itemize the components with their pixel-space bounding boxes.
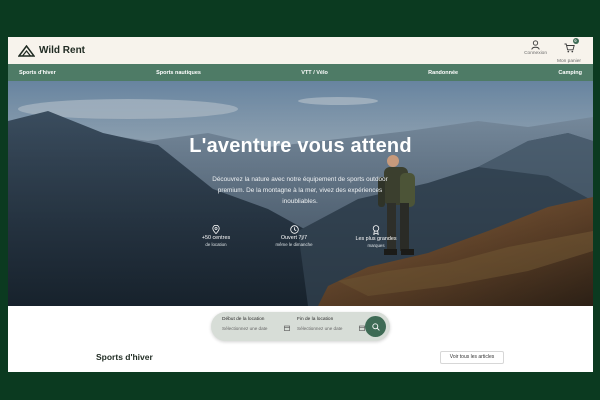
- section-title: Sports d'hiver: [96, 352, 153, 362]
- mountain-logo-icon: [18, 44, 35, 57]
- site-header: Wild Rent Connexion 0 Mon panier: [8, 37, 593, 64]
- hero-features: +50 centres de location Ouvert 7j/7 même…: [8, 225, 593, 255]
- nav-item-sports-nautiques[interactable]: Sports nautiques: [156, 70, 201, 76]
- feature-brands-label: Les plus grandes: [355, 236, 397, 242]
- nav-item-sports-hiver[interactable]: Sports d'hiver: [19, 70, 56, 76]
- page: Wild Rent Connexion 0 Mon panier Sports …: [8, 37, 593, 372]
- user-icon: [531, 40, 540, 50]
- end-date-input[interactable]: Sélectionnez une date: [297, 325, 365, 331]
- hero-title: L'aventure vous attend: [189, 135, 412, 157]
- start-date-input[interactable]: Sélectionnez une date: [222, 325, 290, 331]
- nav-item-randonnee[interactable]: Randonnée: [428, 70, 458, 76]
- search-button[interactable]: [365, 316, 386, 337]
- cart-count-badge: 0: [572, 38, 579, 44]
- category-nav: Sports d'hiver Sports nautiques VTT / Vé…: [8, 64, 593, 81]
- cart-label: Mon panier: [557, 59, 581, 64]
- end-date-field[interactable]: Fin de la location Sélectionnez une date: [297, 317, 365, 331]
- feature-hours-sub: même le dimanche: [275, 242, 313, 247]
- feature-brands-sub: marques: [367, 243, 385, 248]
- location-pin-icon: [212, 225, 220, 234]
- start-date-field[interactable]: Début de la location Sélectionnez une da…: [222, 317, 290, 331]
- hero-subtitle: Découvrez la nature avec notre équipemen…: [212, 176, 388, 205]
- end-date-placeholder: Sélectionnez une date: [297, 325, 343, 331]
- cart-icon: [564, 43, 575, 53]
- view-all-button[interactable]: Voir tous les articles: [440, 351, 504, 364]
- account-label: Connexion: [524, 51, 547, 56]
- brand-name: Wild Rent: [39, 45, 86, 56]
- rental-date-search: Début de la location Sélectionnez une da…: [211, 312, 390, 341]
- calendar-icon: [284, 325, 290, 331]
- header-actions: Connexion 0 Mon panier: [524, 38, 581, 64]
- feature-brands: Les plus grandes marques: [336, 225, 416, 248]
- feature-centres: +50 centres de location: [176, 225, 256, 247]
- clock-icon: [289, 225, 299, 234]
- nav-item-vtt-velo[interactable]: VTT / Vélo: [301, 70, 328, 76]
- nav-item-camping[interactable]: Camping: [558, 70, 582, 76]
- account-button[interactable]: Connexion: [524, 40, 547, 64]
- feature-centres-sub: de location: [205, 242, 227, 247]
- start-date-placeholder: Sélectionnez une date: [222, 325, 268, 331]
- logo[interactable]: Wild Rent: [18, 44, 86, 57]
- search-icon: [371, 322, 380, 331]
- cart-button[interactable]: 0 Mon panier: [557, 38, 581, 64]
- feature-hours: Ouvert 7j/7 même le dimanche: [254, 225, 334, 247]
- feature-hours-label: Ouvert 7j/7: [280, 235, 308, 241]
- hero-banner: L'aventure vous attend Découvrez la natu…: [8, 81, 593, 306]
- start-date-label: Début de la location: [222, 317, 265, 322]
- award-icon: [372, 225, 380, 235]
- end-date-label: Fin de la location: [297, 317, 334, 322]
- feature-centres-label: +50 centres: [201, 235, 231, 241]
